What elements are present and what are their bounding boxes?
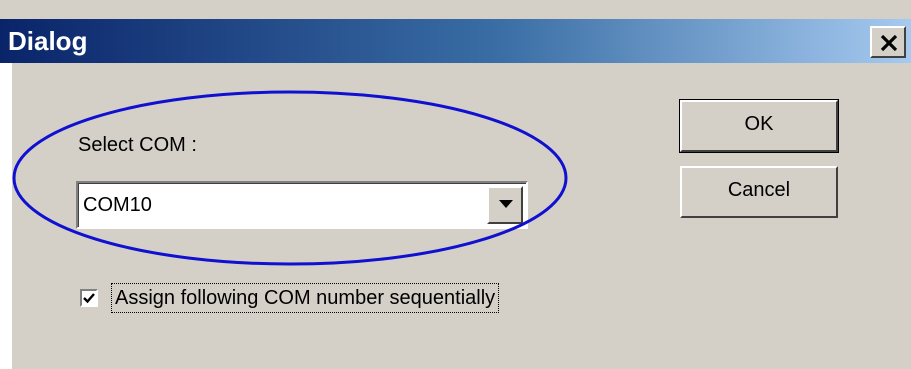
- left-edge-strip: [0, 63, 12, 369]
- checkmark-icon: [83, 293, 95, 304]
- dropdown-button[interactable]: [487, 186, 523, 224]
- close-button[interactable]: [870, 26, 906, 58]
- com-select-value: COM10: [83, 194, 152, 216]
- dialog-window: Dialog Select COM : COM10 Assign followi…: [0, 0, 911, 369]
- close-icon: [880, 34, 898, 52]
- cancel-button-label: Cancel: [727, 179, 791, 201]
- cancel-button[interactable]: Cancel: [680, 166, 838, 218]
- ok-button[interactable]: OK: [679, 99, 839, 153]
- assign-sequential-label[interactable]: Assign following COM number sequentially: [111, 283, 500, 313]
- window-title: Dialog: [8, 26, 88, 56]
- title-bar[interactable]: Dialog: [0, 19, 911, 63]
- assign-sequential-checkbox[interactable]: [80, 289, 98, 307]
- chevron-down-icon: [499, 200, 513, 208]
- select-com-label: Select COM :: [78, 134, 197, 156]
- ok-button-label: OK: [744, 113, 774, 135]
- com-select-dropdown[interactable]: COM10: [76, 181, 528, 229]
